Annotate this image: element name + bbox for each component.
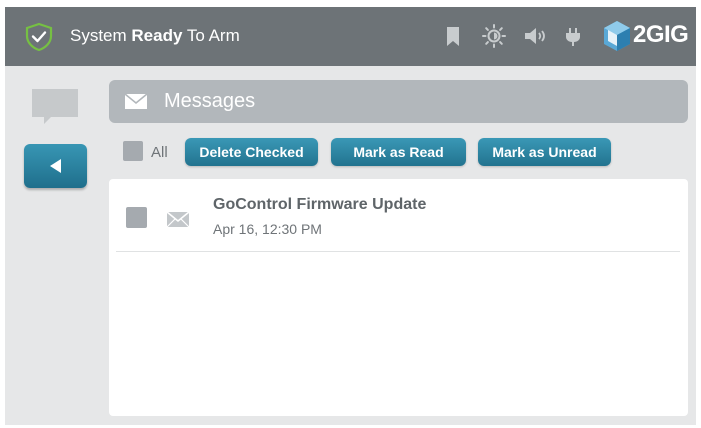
status-suffix: To Arm (182, 26, 240, 45)
back-button[interactable] (24, 144, 87, 188)
power-plug-icon[interactable] (564, 23, 582, 49)
messages-header: Messages (109, 80, 688, 123)
chat-bubble-icon[interactable] (30, 87, 80, 131)
2gig-logo-icon (604, 21, 630, 51)
select-all-checkbox[interactable] (123, 141, 143, 161)
message-checkbox[interactable] (126, 207, 147, 228)
volume-icon[interactable] (522, 23, 548, 49)
status-prefix: System (70, 26, 132, 45)
alarm-panel-screen: System Ready To Arm 2GIG Messages All De… (5, 7, 696, 425)
message-title: GoControl Firmware Update (213, 196, 427, 213)
message-date: Apr 16, 12:30 PM (213, 221, 322, 237)
delete-checked-button[interactable]: Delete Checked (185, 138, 318, 166)
status-ready: Ready (131, 26, 183, 45)
brightness-icon[interactable] (481, 23, 507, 49)
system-status-text: System Ready To Arm (70, 26, 240, 46)
envelope-icon (166, 211, 190, 228)
bookmark-icon[interactable] (446, 23, 460, 49)
mark-as-unread-button[interactable]: Mark as Unread (478, 138, 611, 166)
page-title: Messages (164, 90, 256, 112)
brand-logo-text: 2GIG (633, 21, 689, 48)
mark-as-read-button[interactable]: Mark as Read (331, 138, 466, 166)
shield-check-icon (25, 22, 53, 52)
envelope-icon (124, 93, 148, 109)
back-arrow-icon (49, 159, 61, 173)
list-item[interactable]: GoControl Firmware Update Apr 16, 12:30 … (116, 179, 680, 252)
select-all-label: All (151, 144, 168, 161)
message-list: GoControl Firmware Update Apr 16, 12:30 … (109, 179, 688, 416)
status-bar: System Ready To Arm 2GIG (5, 7, 696, 66)
